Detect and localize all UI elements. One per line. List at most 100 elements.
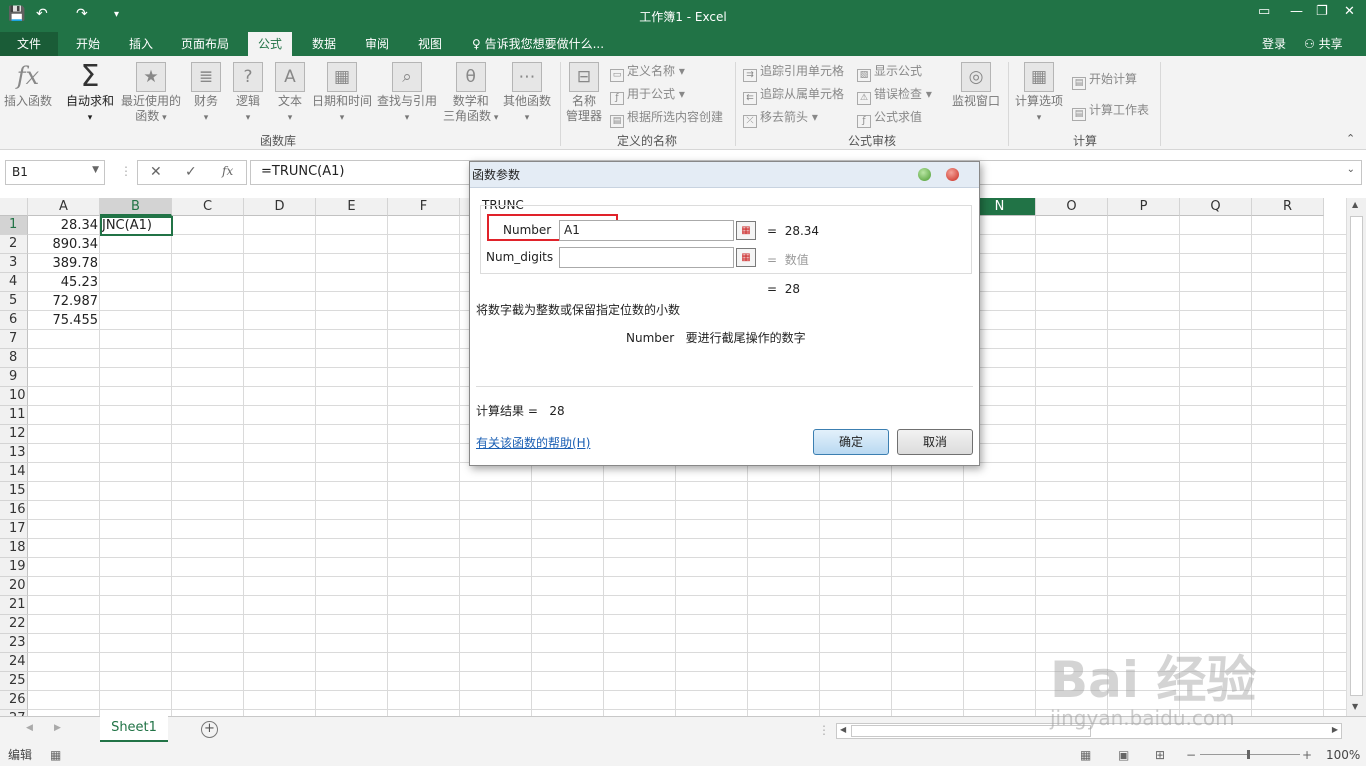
logical-button[interactable]: ? 逻辑 ▾ <box>233 62 263 126</box>
show-formulas-button[interactable]: ▧ 显示公式 <box>857 62 922 82</box>
create-from-selection-button[interactable]: ▤ 根据所选内容创建 <box>610 108 723 128</box>
tab-page-layout[interactable]: 页面布局 <box>181 35 229 52</box>
row-header[interactable]: 2 <box>0 235 28 254</box>
lookup-reference-button[interactable]: ⌕ 查找与引用 ▾ <box>377 62 437 126</box>
use-in-formula-button[interactable]: ƒ 用于公式 ▾ <box>610 85 685 105</box>
row-header[interactable]: 14 <box>0 463 28 482</box>
chevron-down-icon[interactable]: ▼ <box>92 165 99 175</box>
recently-used-button[interactable]: ★ 最近使用的 函数 ▾ <box>121 62 181 126</box>
remove-arrows-button[interactable]: ⤫ 移去箭头 ▾ <box>743 108 818 128</box>
evaluate-formula-button[interactable]: ƒ 公式求值 <box>857 108 922 128</box>
column-header[interactable]: F <box>388 198 460 216</box>
function-help-link[interactable]: 有关该函数的帮助(H) <box>476 434 590 451</box>
column-header[interactable]: E <box>316 198 388 216</box>
collapse-dialog-icon[interactable]: ▦ <box>736 221 756 240</box>
column-header[interactable]: A <box>28 198 100 216</box>
row-header[interactable]: 15 <box>0 482 28 501</box>
page-layout-view-icon[interactable]: ▣ <box>1118 744 1129 766</box>
insert-function-button[interactable]: fx 插入函数 <box>4 62 52 109</box>
vertical-scroll-thumb[interactable] <box>1350 216 1363 696</box>
row-header[interactable]: 11 <box>0 406 28 425</box>
row-header[interactable]: 16 <box>0 501 28 520</box>
prev-sheet-icon[interactable]: ◀ <box>26 723 33 733</box>
error-checking-button[interactable]: ⚠ 错误检查 ▾ <box>857 85 932 105</box>
cancel-button[interactable]: 取消 <box>897 429 973 455</box>
name-manager-button[interactable]: ⊟ 名称 管理器 <box>566 62 602 124</box>
tell-me-search[interactable]: ♀ 告诉我您想要做什么... <box>472 35 604 52</box>
zoom-level[interactable]: 100% <box>1326 744 1360 766</box>
cell-a1[interactable]: 28.34 <box>28 216 98 235</box>
column-header[interactable]: P <box>1108 198 1180 216</box>
column-header[interactable]: D <box>244 198 316 216</box>
collapse-dialog-icon[interactable]: ▦ <box>736 248 756 267</box>
zoom-slider-handle[interactable] <box>1247 750 1250 759</box>
scroll-right-icon[interactable]: ▶ <box>1332 725 1338 734</box>
vertical-scrollbar[interactable]: ▲ ▼ <box>1346 198 1366 716</box>
row-header[interactable]: 20 <box>0 577 28 596</box>
cancel-entry-icon[interactable]: ✕ <box>150 164 162 180</box>
select-all-corner[interactable] <box>0 198 28 216</box>
row-header[interactable]: 3 <box>0 254 28 273</box>
define-name-button[interactable]: ▭ 定义名称 ▾ <box>610 62 685 82</box>
cell-a3[interactable]: 389.78 <box>28 254 99 273</box>
watch-window-button[interactable]: ◎ 监视窗口 <box>952 62 1000 109</box>
row-header[interactable]: 1 <box>0 216 28 235</box>
cell-a6[interactable]: 75.455 <box>28 311 99 330</box>
row-header[interactable]: 21 <box>0 596 28 615</box>
macro-record-icon[interactable]: ▦ <box>50 744 61 766</box>
share-button[interactable]: ⚇ 共享 <box>1304 35 1343 52</box>
row-header[interactable]: 8 <box>0 349 28 368</box>
row-header[interactable]: 9 <box>0 368 28 387</box>
ok-button[interactable]: 确定 <box>813 429 889 455</box>
date-time-button[interactable]: ▦ 日期和时间 ▾ <box>312 62 372 126</box>
column-header[interactable]: Q <box>1180 198 1252 216</box>
help-circle-icon[interactable] <box>918 168 931 181</box>
row-header[interactable]: 23 <box>0 634 28 653</box>
next-sheet-icon[interactable]: ▶ <box>54 723 61 733</box>
row-header[interactable]: 24 <box>0 653 28 672</box>
zoom-slider[interactable] <box>1200 754 1300 755</box>
text-button[interactable]: A 文本 ▾ <box>275 62 305 126</box>
collapse-ribbon-icon[interactable]: ⌃ <box>1346 132 1355 145</box>
scroll-up-icon[interactable]: ▲ <box>1352 200 1358 209</box>
expand-formula-icon[interactable]: ⌄ <box>1347 164 1355 175</box>
column-header[interactable]: C <box>172 198 244 216</box>
tab-formulas[interactable]: 公式 <box>248 32 293 56</box>
sheet-tab-sheet1[interactable]: Sheet1 <box>100 716 168 742</box>
login-link[interactable]: 登录 <box>1262 35 1286 52</box>
row-header[interactable]: 10 <box>0 387 28 406</box>
close-icon[interactable]: ✕ <box>1344 4 1355 19</box>
financial-button[interactable]: ≣ 财务 ▾ <box>191 62 221 126</box>
scroll-left-icon[interactable]: ◀ <box>840 725 846 734</box>
tab-data[interactable]: 数据 <box>312 35 336 52</box>
trace-precedents-button[interactable]: ⇉ 追踪引用单元格 <box>743 62 844 82</box>
close-dialog-icon[interactable] <box>946 168 959 181</box>
num-digits-input[interactable] <box>559 247 734 268</box>
zoom-in-icon[interactable]: + <box>1302 744 1312 766</box>
dialog-title-bar[interactable]: 函数参数 <box>470 162 979 188</box>
row-header[interactable]: 17 <box>0 520 28 539</box>
restore-icon[interactable]: ❐ <box>1316 4 1328 19</box>
name-box[interactable]: B1 ▼ <box>5 160 105 185</box>
row-header[interactable]: 19 <box>0 558 28 577</box>
tab-home[interactable]: 开始 <box>76 35 100 52</box>
row-header[interactable]: 6 <box>0 311 28 330</box>
math-trig-button[interactable]: θ 数学和 三角函数 ▾ <box>443 62 498 126</box>
trace-dependents-button[interactable]: ⇇ 追踪从属单元格 <box>743 85 844 105</box>
calculation-options-button[interactable]: ▦ 计算选项 ▾ <box>1015 62 1063 126</box>
calculate-now-button[interactable]: ▤ 开始计算 <box>1072 70 1137 90</box>
row-header[interactable]: 22 <box>0 615 28 634</box>
add-sheet-button[interactable]: + <box>201 721 218 738</box>
splitter-dots-icon[interactable]: ⋮ <box>818 723 830 737</box>
cell-a2[interactable]: 890.34 <box>28 235 99 254</box>
row-header[interactable]: 12 <box>0 425 28 444</box>
row-header[interactable]: 4 <box>0 273 28 292</box>
more-functions-button[interactable]: ⋯ 其他函数 ▾ <box>503 62 551 126</box>
row-header[interactable]: 25 <box>0 672 28 691</box>
column-header[interactable]: R <box>1252 198 1324 216</box>
column-header[interactable]: B <box>100 198 172 216</box>
ribbon-display-icon[interactable]: ▭ <box>1258 4 1270 19</box>
confirm-entry-icon[interactable]: ✓ <box>185 164 197 180</box>
tab-file[interactable]: 文件 <box>0 32 58 56</box>
insert-function-fx-icon[interactable]: fx <box>222 164 233 178</box>
